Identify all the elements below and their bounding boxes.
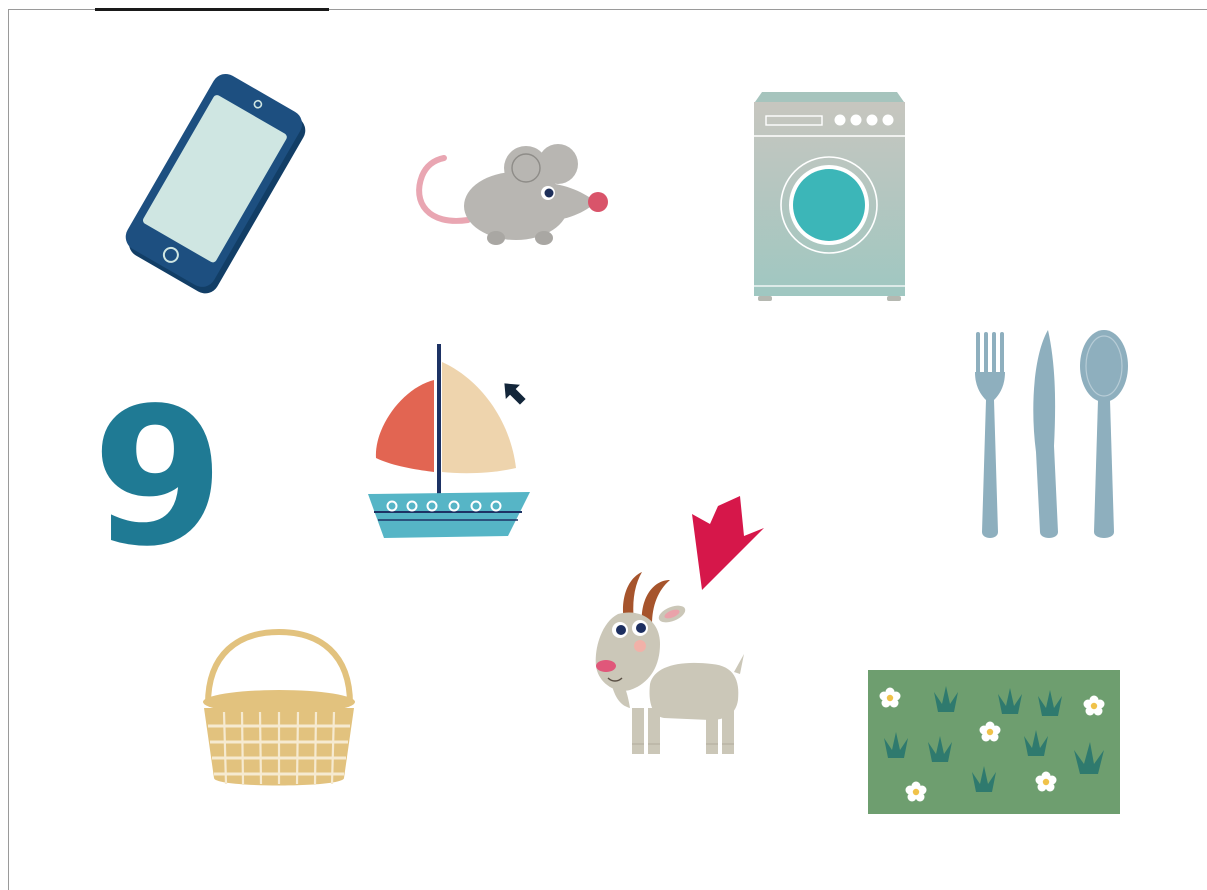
grass-meadow-icon[interactable] <box>868 670 1120 814</box>
sail-pointer-arrow-icon <box>498 378 532 410</box>
smartphone-icon[interactable] <box>118 73 308 303</box>
number-nine: 9 <box>92 367 225 588</box>
cutlery-icon[interactable] <box>970 326 1132 544</box>
page-frame-left <box>8 9 9 890</box>
washing-machine-icon[interactable] <box>752 90 907 302</box>
goat-icon[interactable] <box>590 568 750 758</box>
mouse-icon[interactable] <box>408 140 613 252</box>
basket-icon[interactable] <box>198 628 360 794</box>
sailboat-icon[interactable] <box>362 340 534 545</box>
frame-accent-bar <box>95 8 329 11</box>
